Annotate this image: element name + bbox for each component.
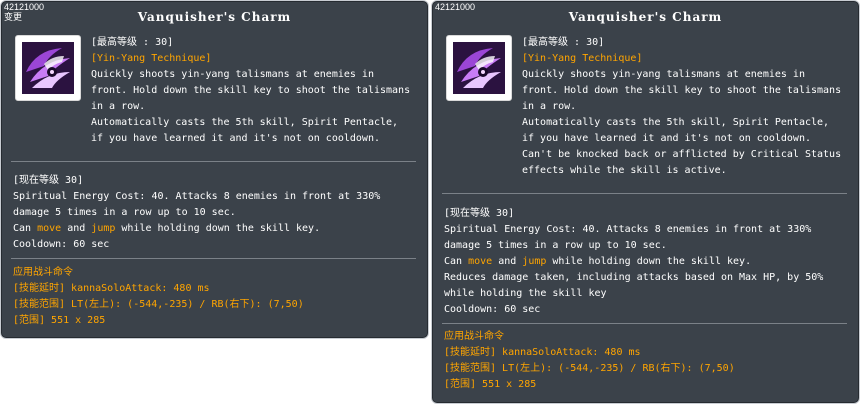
effect-text: and <box>61 223 92 234</box>
description-line: front. Hold down the skill key to shoot … <box>91 85 411 96</box>
description-line: front. Hold down the skill key to shoot … <box>522 85 842 96</box>
description-line: effects while the skill is active. <box>522 165 727 176</box>
divider <box>11 258 416 259</box>
skill-range: [技能范围] LT(左上): (-544,-235) / RB(右下): (7,… <box>13 299 304 310</box>
jump-keyword: jump <box>91 223 116 234</box>
skill-icon-frame <box>15 35 81 101</box>
skill-tooltip-new: 42121000 Vanquisher's Charm [最高等级 : 30] … <box>431 0 860 404</box>
description-line: Quickly shoots yin-yang talismans at ene… <box>91 69 374 80</box>
command-header: 应用战斗命令 <box>444 331 504 342</box>
command-header: 应用战斗命令 <box>13 267 73 278</box>
yin-yang-talisman-skill-icon <box>453 42 505 94</box>
cooldown: Cooldown: 60 sec <box>13 239 110 250</box>
description-line: if you have learned it and it's not on c… <box>522 133 811 144</box>
divider <box>442 193 847 194</box>
effect-text: Can <box>13 223 38 234</box>
current-level: [现在等级 30] <box>444 208 515 219</box>
description-line: in a row. <box>522 101 577 112</box>
effect-line: Can move and jump while holding down the… <box>13 221 418 237</box>
description-line: Automatically casts the 5th skill, Spiri… <box>91 117 399 128</box>
yin-yang-talisman-skill-icon <box>22 42 74 94</box>
battle-command-block: 应用战斗命令 [技能延时] kannaSoloAttack: 480 ms [技… <box>444 329 849 393</box>
skill-delay: [技能延时] kannaSoloAttack: 480 ms <box>444 347 641 358</box>
description-line: Can't be knocked back or afflicted by Cr… <box>522 149 842 160</box>
description-line: Automatically casts the 5th skill, Spiri… <box>522 117 830 128</box>
effect-line: damage 5 times in a row up to 10 sec. <box>13 207 236 218</box>
skill-type: [Yin-Yang Technique] <box>522 53 643 64</box>
level-effect-block: [现在等级 30] Spiritual Energy Cost: 40. Att… <box>13 173 418 253</box>
effect-line: Can move and jump while holding down the… <box>444 254 849 270</box>
skill-title: Vanquisher's Charm <box>568 10 723 24</box>
effect-line: Spiritual Energy Cost: 40. Attacks 8 ene… <box>13 191 381 202</box>
max-level: [最高等级 : 30] <box>522 37 605 48</box>
effect-line: damage 5 times in a row up to 10 sec. <box>444 240 667 251</box>
skill-range: [技能范围] LT(左上): (-544,-235) / RB(右下): (7,… <box>444 363 735 374</box>
jump-keyword: jump <box>522 256 547 267</box>
battle-command-block: 应用战斗命令 [技能延时] kannaSoloAttack: 480 ms [技… <box>13 265 418 329</box>
effect-line: Spiritual Energy Cost: 40. Attacks 8 ene… <box>444 224 812 235</box>
current-level: [现在等级 30] <box>13 175 84 186</box>
max-level: [最高等级 : 30] <box>91 37 174 48</box>
effect-text: while holding down the skill key. <box>115 223 321 234</box>
skill-title: Vanquisher's Charm <box>137 10 292 24</box>
skill-icon-frame <box>446 35 512 101</box>
skill-delay: [技能延时] kannaSoloAttack: 480 ms <box>13 283 210 294</box>
move-keyword: move <box>37 223 62 234</box>
skill-type: [Yin-Yang Technique] <box>91 53 212 64</box>
description-line: Quickly shoots yin-yang talismans at ene… <box>522 69 805 80</box>
cooldown: Cooldown: 60 sec <box>444 304 541 315</box>
skill-header-text: [最高等级 : 30] [Yin-Yang Technique] Quickly… <box>91 35 421 147</box>
divider <box>442 323 847 324</box>
skill-area: [范围] 551 x 285 <box>13 315 106 326</box>
skill-area: [范围] 551 x 285 <box>444 379 537 390</box>
move-keyword: move <box>468 256 493 267</box>
skill-header-text: [最高等级 : 30] [Yin-Yang Technique] Quickly… <box>522 35 852 179</box>
divider <box>11 161 416 162</box>
effect-line: Reduces damage taken, including attacks … <box>444 272 824 283</box>
effect-text: and <box>492 256 523 267</box>
description-line: if you have learned it and it's not on c… <box>91 133 380 144</box>
effect-line: while holding the skill key <box>444 288 607 299</box>
effect-text: while holding down the skill key. <box>546 256 752 267</box>
skill-tooltip-old: 42121000 变更 Vanquisher's Charm [最高等级 : 3… <box>0 0 429 339</box>
level-effect-block: [现在等级 30] Spiritual Energy Cost: 40. Att… <box>444 206 849 318</box>
description-line: in a row. <box>91 101 146 112</box>
effect-text: Can <box>444 256 469 267</box>
